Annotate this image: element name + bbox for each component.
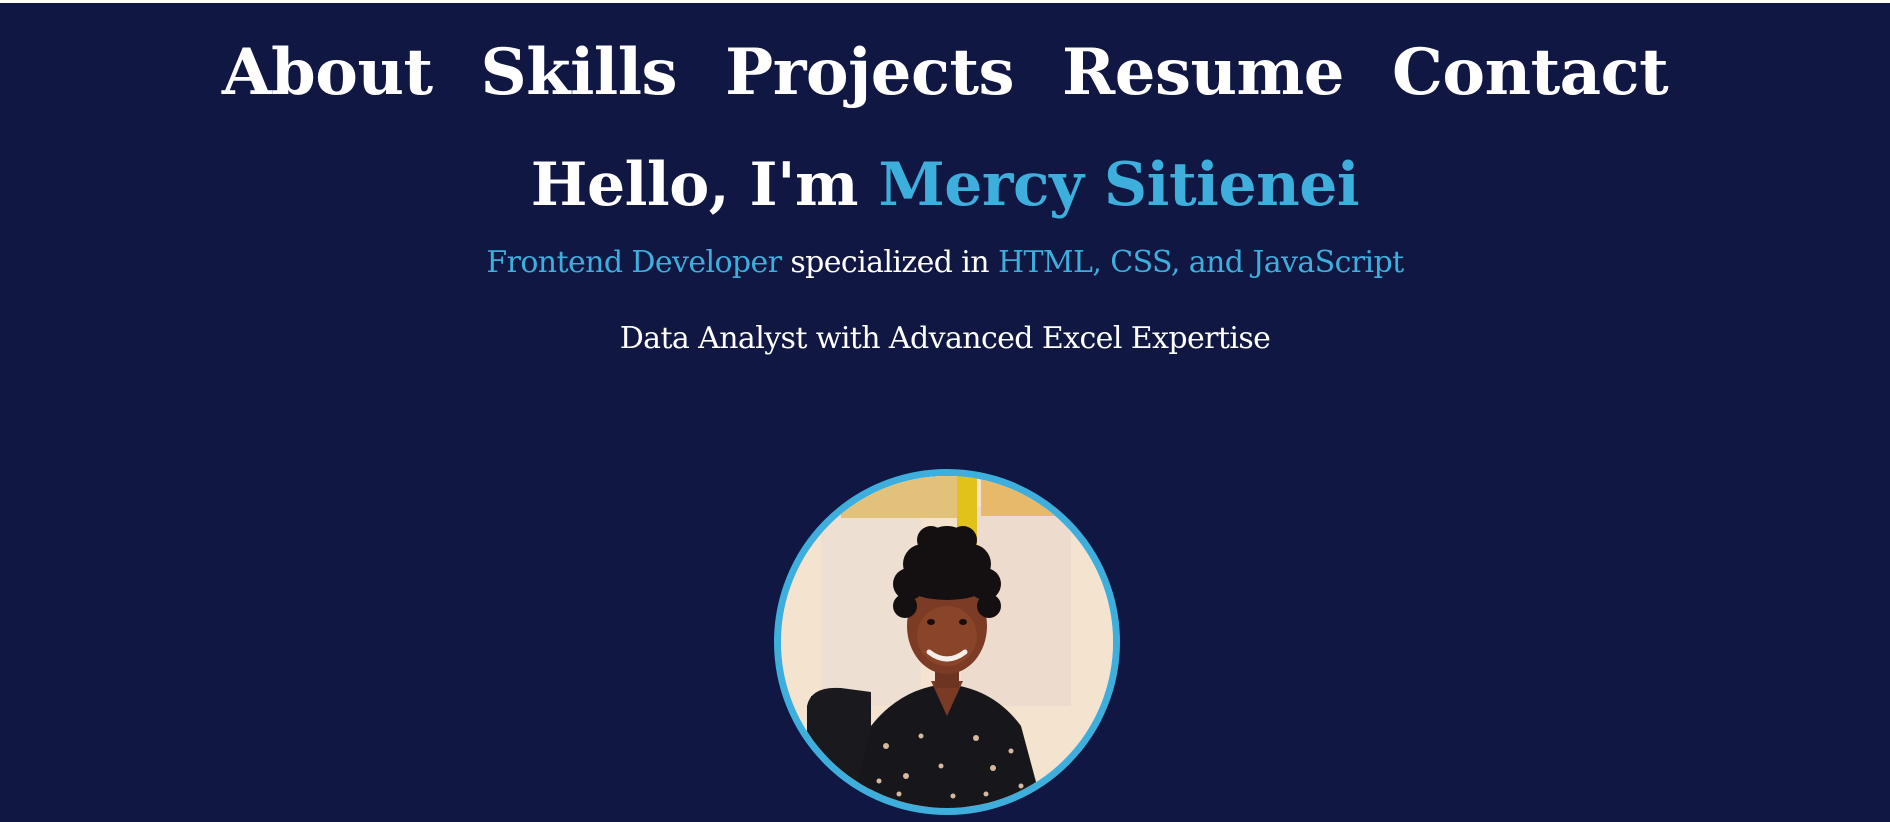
hero-tagline: Frontend Developer specialized in HTML, … <box>0 241 1890 285</box>
portfolio-page: About Skills Projects Resume Contact Hel… <box>0 3 1890 822</box>
role-text: Frontend Developer <box>486 245 782 280</box>
nav-link-resume[interactable]: Resume <box>1062 33 1344 113</box>
profile-photo <box>774 469 1120 815</box>
nav-link-about[interactable]: About <box>222 33 433 113</box>
hero-subtitle: Data Analyst with Advanced Excel Experti… <box>619 321 1271 356</box>
main-nav: About Skills Projects Resume Contact <box>0 33 1890 113</box>
technologies-text: HTML, CSS, and JavaScript <box>997 245 1404 280</box>
role-connector: specialized in <box>781 245 998 280</box>
nav-link-projects[interactable]: Projects <box>725 33 1014 113</box>
profile-photo-illustration <box>781 476 1113 808</box>
nav-link-skills[interactable]: Skills <box>481 33 678 113</box>
hero-name: Mercy Sitienei <box>878 150 1360 220</box>
nav-link-contact[interactable]: Contact <box>1392 33 1669 113</box>
hero-greeting: Hello, I'm Mercy Sitienei <box>0 145 1890 225</box>
greeting-prefix: Hello, I'm <box>530 150 879 220</box>
